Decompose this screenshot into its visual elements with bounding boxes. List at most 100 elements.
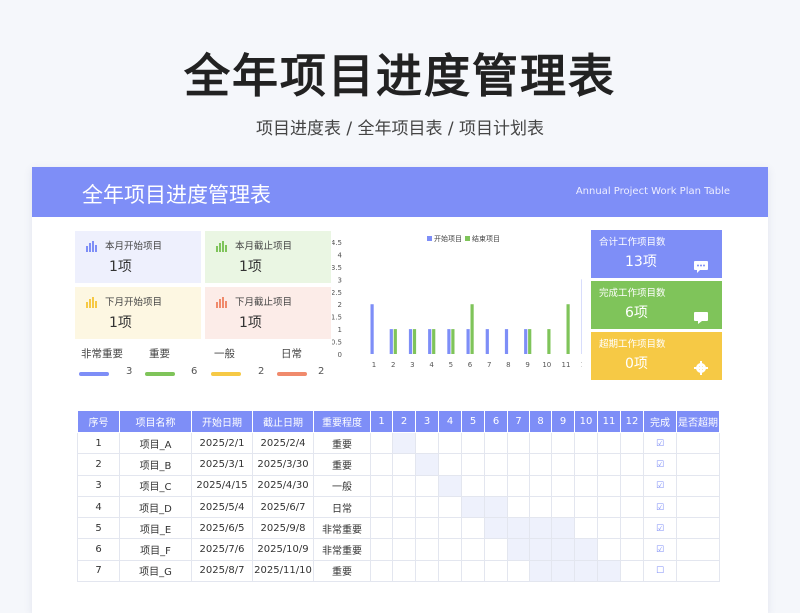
table-row: 7 项目_G 2025/8/7 2025/11/10 重要 ☐ — [77, 559, 720, 583]
cell-done-checkbox[interactable]: ☑ — [643, 474, 677, 497]
gantt-cell — [551, 431, 575, 455]
gantt-cell-active — [529, 538, 552, 561]
importance-count: 6 — [191, 366, 198, 377]
cell-importance: 一般 — [313, 474, 371, 497]
bar-end — [451, 329, 455, 354]
checkbox-icon: ☑ — [655, 459, 665, 470]
gantt-cell — [620, 474, 644, 497]
gear-icon — [694, 360, 708, 375]
y-tick-label: 2 — [338, 301, 342, 309]
gantt-cell — [507, 453, 530, 476]
gantt-cell — [597, 474, 621, 497]
table-header-cell: 是否超期 — [676, 410, 720, 433]
x-tick-label: 9 — [525, 361, 529, 369]
cell-done-checkbox[interactable]: ☑ — [643, 431, 677, 455]
side-stat-label: 合计工作项目数 — [599, 237, 666, 248]
banner-english-title: Annual Project Work Plan Table — [575, 186, 730, 197]
banner-title: 全年项目进度管理表 — [82, 183, 271, 207]
bar-start — [524, 329, 528, 354]
cell-done-checkbox[interactable]: ☑ — [643, 517, 677, 540]
x-tick-label: 4 — [429, 361, 434, 369]
bar-end — [470, 304, 474, 354]
stat-box: 本月开始项目 1项 — [75, 231, 201, 283]
gantt-cell-active — [507, 517, 530, 540]
checkbox-icon: ☑ — [655, 545, 665, 556]
table-header-cell: 8 — [529, 410, 552, 433]
gantt-cell — [620, 495, 644, 519]
table-row: 6 项目_F 2025/7/6 2025/10/9 非常重要 ☑ — [77, 538, 720, 561]
side-stat-value: 13项 — [625, 254, 657, 270]
cell-overdue — [676, 474, 720, 497]
x-tick-label: 8 — [506, 361, 510, 369]
cell-index: 2 — [77, 453, 120, 476]
table-header-cell: 7 — [507, 410, 530, 433]
cell-done-checkbox[interactable]: ☑ — [643, 495, 677, 519]
gantt-cell — [370, 453, 393, 476]
gantt-cell — [415, 538, 439, 561]
importance-line — [79, 372, 109, 376]
importance-count: 3 — [126, 366, 133, 377]
importance-label: 日常 — [281, 348, 302, 360]
table-row: 3 项目_C 2025/4/15 2025/4/30 一般 ☑ — [77, 474, 720, 497]
gantt-cell — [392, 517, 416, 540]
gantt-cell-active — [574, 559, 598, 583]
gantt-cell-active — [438, 474, 462, 497]
gantt-cell — [438, 495, 462, 519]
cell-done-checkbox[interactable]: ☑ — [643, 538, 677, 561]
table-header-cell: 3 — [415, 410, 439, 433]
cell-importance: 重要 — [313, 453, 371, 476]
gantt-cell-active — [461, 495, 485, 519]
bar-chart-icon — [85, 293, 97, 308]
table-header-cell: 6 — [484, 410, 508, 433]
gantt-cell — [392, 495, 416, 519]
cell-end-date: 2025/6/7 — [252, 495, 314, 519]
gantt-cell — [438, 431, 462, 455]
importance-count: 2 — [318, 366, 325, 377]
cell-done-checkbox[interactable]: ☑ — [643, 453, 677, 476]
cell-project-name: 项目_E — [119, 517, 192, 540]
stat-box: 下月截止项目 1项 — [205, 287, 331, 339]
gantt-cell — [620, 559, 644, 583]
cell-end-date: 2025/4/30 — [252, 474, 314, 497]
gantt-cell — [574, 495, 598, 519]
gantt-cell — [529, 431, 552, 455]
gantt-cell — [461, 453, 485, 476]
table-header-cell: 10 — [574, 410, 598, 433]
cell-importance: 非常重要 — [313, 538, 371, 561]
bar-end — [566, 304, 570, 354]
cell-done-checkbox[interactable]: ☐ — [643, 559, 677, 583]
x-tick-label: 7 — [487, 361, 491, 369]
y-tick-label: 2.5 — [332, 289, 342, 297]
x-tick-label: 6 — [468, 361, 473, 369]
cell-project-name: 项目_A — [119, 431, 192, 455]
gantt-cell — [597, 453, 621, 476]
gantt-cell — [574, 431, 598, 455]
bar-start — [485, 329, 489, 354]
legend-swatch — [465, 236, 470, 241]
bar-start — [408, 329, 413, 354]
gantt-cell — [392, 538, 416, 561]
table-header-cell: 完成 — [643, 410, 677, 433]
gantt-cell — [551, 495, 575, 519]
gantt-cell — [620, 517, 644, 540]
side-stat-value: 6项 — [625, 305, 648, 321]
gantt-cell-active — [415, 453, 439, 476]
side-stat-value: 0项 — [625, 356, 648, 372]
table-row: 4 项目_D 2025/5/4 2025/6/7 日常 ☑ — [77, 495, 720, 519]
cell-importance: 重要 — [313, 559, 371, 583]
cell-end-date: 2025/2/4 — [252, 431, 314, 455]
cell-overdue — [676, 431, 720, 455]
gantt-cell — [620, 538, 644, 561]
gantt-cell — [484, 431, 508, 455]
gantt-cell-active — [551, 538, 575, 561]
y-tick-label: 3.5 — [332, 264, 342, 272]
gantt-cell — [597, 495, 621, 519]
table-header-cell: 4 — [438, 410, 462, 433]
cell-overdue — [676, 538, 720, 561]
gantt-cell — [484, 453, 508, 476]
page-title: 全年项目进度管理表 — [184, 49, 616, 103]
message-icon — [694, 309, 708, 324]
gantt-cell — [484, 474, 508, 497]
cell-end-date: 2025/9/8 — [252, 517, 314, 540]
legend-swatch — [427, 236, 432, 241]
